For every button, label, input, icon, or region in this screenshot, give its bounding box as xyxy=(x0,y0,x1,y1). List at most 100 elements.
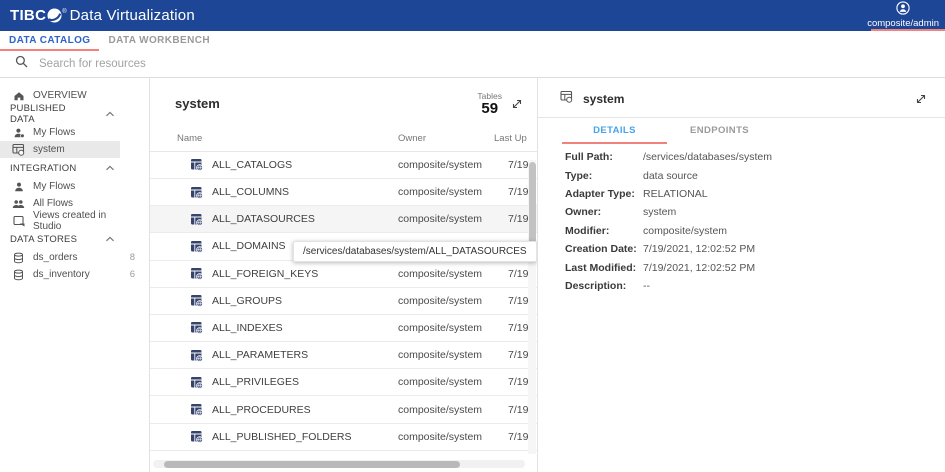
details-field-value: data source xyxy=(643,170,945,182)
tibco-swirl-icon xyxy=(47,8,62,23)
sidebar-item[interactable]: PUBLISHED DATA xyxy=(0,104,149,124)
tab-details[interactable]: DETAILS xyxy=(562,118,667,144)
details-field-label: Last Modified: xyxy=(565,262,643,274)
table-row[interactable]: ALL_FOREIGN_KEYS composite/system 7/19/ xyxy=(150,261,537,288)
details-field-label: Modifier: xyxy=(565,225,643,237)
sidebar-item[interactable]: OVERVIEW xyxy=(0,87,149,104)
details-field-value: composite/system xyxy=(643,225,945,237)
sidebar-item-label: My Flows xyxy=(33,127,75,138)
tables-panel: system Tables 59 Name Owner Last Up xyxy=(150,78,538,472)
table-row[interactable]: ALL_PARAMETERS composite/system 7/19/ xyxy=(150,342,537,369)
details-field: Full Path: /services/databases/system xyxy=(565,148,945,166)
table-row[interactable]: ALL_DATASOURCES composite/system 7/19/ xyxy=(150,206,537,233)
table-row-name: ALL_PUBLISHED_FOLDERS xyxy=(212,431,398,443)
tab-data-workbench[interactable]: DATA WORKBENCH xyxy=(99,31,219,51)
table-row-owner: composite/system xyxy=(398,213,508,225)
expand-icon[interactable] xyxy=(913,91,929,107)
db-icon xyxy=(12,269,25,281)
table-row[interactable]: ALL_INDEXES composite/system 7/19/ xyxy=(150,315,537,342)
table-row[interactable]: ALL_PROCEDURES composite/system 7/19/ xyxy=(150,396,537,423)
person-gear-icon xyxy=(12,127,25,139)
horizontal-scrollbar xyxy=(153,460,525,468)
vertical-scrollbar xyxy=(528,160,536,454)
user-menu[interactable]: composite/admin xyxy=(867,1,939,29)
db-icon xyxy=(12,252,25,264)
table-column-headers: Name Owner Last Up xyxy=(150,117,537,151)
table-row-name: ALL_CATALOGS xyxy=(212,159,398,171)
chevron-up-icon xyxy=(105,235,115,243)
details-field: Type: data source xyxy=(565,166,945,184)
table-row-owner: composite/system xyxy=(398,295,508,307)
table-row[interactable]: ALL_GROUPS composite/system 7/19/ xyxy=(150,288,537,315)
top-bar: TIBC ® Data Virtualization composite/adm… xyxy=(0,0,945,31)
sidebar-item[interactable]: system xyxy=(0,141,149,158)
sidebar-item-count: 8 xyxy=(130,252,135,263)
sidebar-item[interactable]: INTEGRATION xyxy=(0,158,149,178)
details-title: system xyxy=(583,92,624,106)
table-row-name: ALL_DATASOURCES xyxy=(212,213,398,225)
sidebar-item[interactable]: ds_orders 8 xyxy=(0,249,149,266)
search-bar xyxy=(0,51,945,78)
sidebar-item[interactable]: My Flows xyxy=(0,124,149,141)
table-icon xyxy=(190,213,212,226)
table-row[interactable]: ALL_CATALOGS composite/system 7/19/ xyxy=(150,152,537,179)
user-name: composite/admin xyxy=(867,18,939,29)
tab-data-catalog[interactable]: DATA CATALOG xyxy=(0,31,99,51)
user-menu-underline xyxy=(871,29,945,31)
people-icon xyxy=(12,198,25,210)
table-row-owner: composite/system xyxy=(398,431,508,443)
table-row-owner: composite/system xyxy=(398,186,508,198)
details-field-label: Owner: xyxy=(565,206,643,218)
person-icon xyxy=(12,181,25,193)
table-icon xyxy=(190,267,212,280)
tables-count-value: 59 xyxy=(477,101,502,117)
vertical-scrollbar-thumb[interactable] xyxy=(529,162,536,250)
table-rows: ALL_CATALOGS composite/system 7/19/ ALL_… xyxy=(150,151,537,451)
table-icon xyxy=(190,240,212,253)
details-tab-bar: DETAILS ENDPOINTS xyxy=(538,118,945,144)
details-field: Owner: system xyxy=(565,203,945,221)
horizontal-scrollbar-thumb[interactable] xyxy=(164,461,460,468)
content-area: OVERVIEW PUBLISHED DATA My Flows xyxy=(0,78,945,472)
sidebar-item-label: system xyxy=(33,144,65,155)
details-panel-header: system xyxy=(538,78,945,118)
details-field: Modifier: composite/system xyxy=(565,222,945,240)
details-field-label: Full Path: xyxy=(565,151,643,163)
details-field-label: Creation Date: xyxy=(565,243,643,255)
search-input[interactable] xyxy=(39,58,439,70)
table-icon xyxy=(190,321,212,334)
table-row-name: ALL_PROCEDURES xyxy=(212,404,398,416)
table-row[interactable]: ALL_PUBLISHED_FOLDERS composite/system 7… xyxy=(150,424,537,451)
tab-endpoints[interactable]: ENDPOINTS xyxy=(667,118,772,144)
sidebar-item-label: INTEGRATION xyxy=(10,163,76,174)
sidebar-item-label: My Flows xyxy=(33,181,75,192)
sidebar-item[interactable]: Views created in Studio xyxy=(0,212,149,229)
table-row-owner: composite/system xyxy=(398,404,508,416)
table-row-owner: composite/system xyxy=(398,268,508,280)
table-row-name: ALL_PRIVILEGES xyxy=(212,376,398,388)
column-header-name: Name xyxy=(177,133,398,144)
panel-title: system xyxy=(175,96,220,111)
sidebar-item[interactable]: ds_inventory 6 xyxy=(0,266,149,283)
table-icon xyxy=(190,158,212,171)
table-icon xyxy=(190,430,212,443)
table-row-name: ALL_INDEXES xyxy=(212,322,398,334)
table-row[interactable]: ALL_COLUMNS composite/system 7/19/ xyxy=(150,179,537,206)
table-row-name: ALL_PARAMETERS xyxy=(212,349,398,361)
table-icon xyxy=(190,349,212,362)
details-field-value: RELATIONAL xyxy=(643,188,945,200)
sidebar-item[interactable]: My Flows xyxy=(0,178,149,195)
chevron-up-icon xyxy=(105,164,115,172)
sidebar-item-label: Views created in Studio xyxy=(33,210,127,232)
details-field-label: Adapter Type: xyxy=(565,188,643,200)
expand-icon[interactable] xyxy=(509,96,525,112)
tables-panel-header: system Tables 59 xyxy=(150,78,537,117)
table-row-owner: composite/system xyxy=(398,322,508,334)
brand-logo: TIBC ® Data Virtualization xyxy=(10,7,195,24)
details-field-value: 7/19/2021, 12:02:52 PM xyxy=(643,262,945,274)
table-row[interactable]: ALL_PRIVILEGES composite/system 7/19/ xyxy=(150,369,537,396)
sidebar-item-label: PUBLISHED DATA xyxy=(10,103,89,125)
sidebar: OVERVIEW PUBLISHED DATA My Flows xyxy=(0,78,150,472)
sidebar-item[interactable]: DATA STORES xyxy=(0,229,149,249)
table-db-icon xyxy=(12,143,25,156)
